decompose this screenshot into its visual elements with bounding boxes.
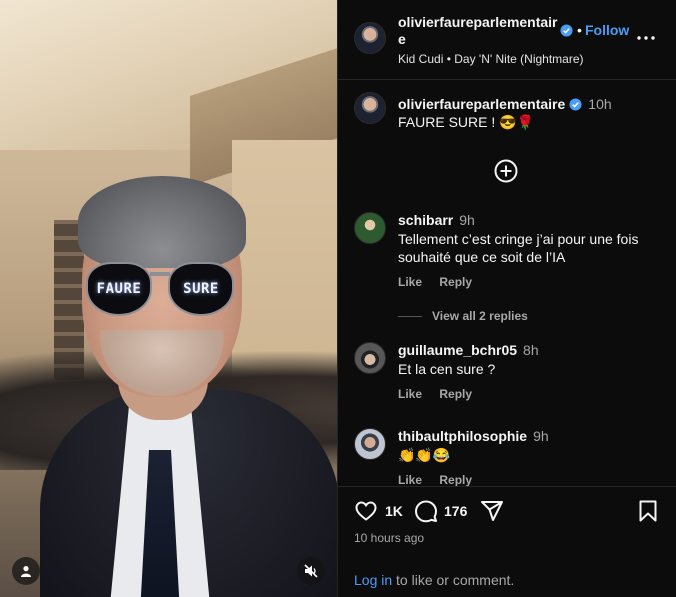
more-options-icon (637, 36, 655, 40)
comment-text: Et la cen sure ? (398, 361, 496, 377)
comment-like-button[interactable]: Like (398, 275, 422, 289)
author-username[interactable]: olivierfaureparlementaire (398, 14, 558, 48)
comment-avatar[interactable] (354, 428, 386, 460)
post-details-panel: olivierfaureparlementaire • Follow Kid C… (337, 0, 676, 597)
verified-badge-icon (569, 98, 582, 111)
comment-username: schibarr 9h (398, 212, 475, 228)
comment-item: schibarr 9h Tellement c’est cringe j’ai p… (354, 212, 664, 302)
login-prompt-text: to like or comment. (392, 572, 515, 588)
post-media[interactable]: FAURE SURE (0, 0, 337, 597)
muted-speaker-icon (304, 564, 318, 578)
comment-reply-button[interactable]: Reply (439, 275, 472, 289)
caption-username: olivierfaureparlementaire 10h (398, 96, 612, 112)
comment-actions: Like Reply (398, 275, 486, 289)
load-more-comments-button[interactable] (493, 158, 519, 184)
share-icon[interactable] (480, 499, 504, 523)
verified-badge-icon (560, 24, 573, 37)
post-footer: 1K 176 10 hours ago Log in to like or co… (338, 486, 676, 597)
user-icon (21, 566, 31, 577)
comment-username-link[interactable]: schibarr (398, 212, 453, 228)
heart-icon[interactable] (354, 499, 378, 523)
sunglasses: FAURE SURE (86, 262, 236, 324)
comment-like-button[interactable]: Like (398, 473, 422, 486)
sunglasses-left-lens: FAURE (86, 262, 152, 316)
comment-actions: Like Reply (398, 473, 486, 486)
author-avatar[interactable] (354, 22, 386, 54)
more-options-button[interactable] (634, 26, 658, 50)
tagged-users-button[interactable] (12, 557, 40, 585)
comment-time: 8h (523, 342, 539, 358)
comment-time: 9h (459, 212, 475, 228)
person-hair (78, 176, 246, 268)
comment-reply-button[interactable]: Reply (439, 387, 472, 401)
caption-text: FAURE SURE ! 😎🌹 (398, 114, 534, 130)
action-bar: 1K 176 (354, 499, 664, 523)
comment-username-link[interactable]: guillaume_bchr05 (398, 342, 517, 358)
caption-avatar[interactable] (354, 92, 386, 124)
comment-icon[interactable] (414, 499, 438, 523)
post-timestamp: 10 hours ago (354, 531, 425, 545)
follow-button[interactable]: Follow (585, 22, 629, 38)
post-header: olivierfaureparlementaire • Follow Kid C… (338, 0, 676, 80)
comment-time: 9h (533, 428, 549, 444)
comment-count[interactable]: 176 (444, 503, 467, 519)
comment-text: 👏👏😂 (398, 447, 451, 463)
view-replies-button[interactable]: View all 2 replies (398, 309, 528, 323)
view-replies-line (398, 315, 422, 317)
caption-username-link[interactable]: olivierfaureparlementaire (398, 96, 565, 112)
comment-avatar[interactable] (354, 212, 386, 244)
comment-item: thibaultphilosophie 9h 👏👏😂 Like Reply (354, 428, 664, 486)
mute-toggle-button[interactable] (297, 557, 325, 585)
caption-time: 10h (588, 96, 612, 112)
login-prompt: Log in to like or comment. (354, 572, 514, 588)
comment-username: guillaume_bchr05 8h (398, 342, 539, 358)
sunglasses-bridge (150, 272, 170, 276)
comment-text: Tellement c’est cringe j’ai pour une foi… (398, 231, 639, 265)
view-replies-label: View all 2 replies (432, 309, 528, 323)
audio-track-link[interactable]: Kid Cudi • Day 'N' Nite (Nightmare) (398, 52, 584, 66)
comment-actions: Like Reply (398, 387, 486, 401)
comment-like-button[interactable]: Like (398, 387, 422, 401)
comment-reply-button[interactable]: Reply (439, 473, 472, 486)
bookmark-icon[interactable] (636, 499, 660, 523)
like-count[interactable]: 1K (385, 503, 403, 519)
add-circle-icon (494, 159, 518, 183)
comment-avatar[interactable] (354, 342, 386, 374)
header-separator: • (577, 22, 582, 38)
comment-username: thibaultphilosophie 9h (398, 428, 549, 444)
comment-username-link[interactable]: thibaultphilosophie (398, 428, 527, 444)
comment-item: guillaume_bchr05 8h Et la cen sure ? Like… (354, 342, 664, 402)
sunglasses-right-lens: SURE (168, 262, 234, 316)
login-link[interactable]: Log in (354, 572, 392, 588)
